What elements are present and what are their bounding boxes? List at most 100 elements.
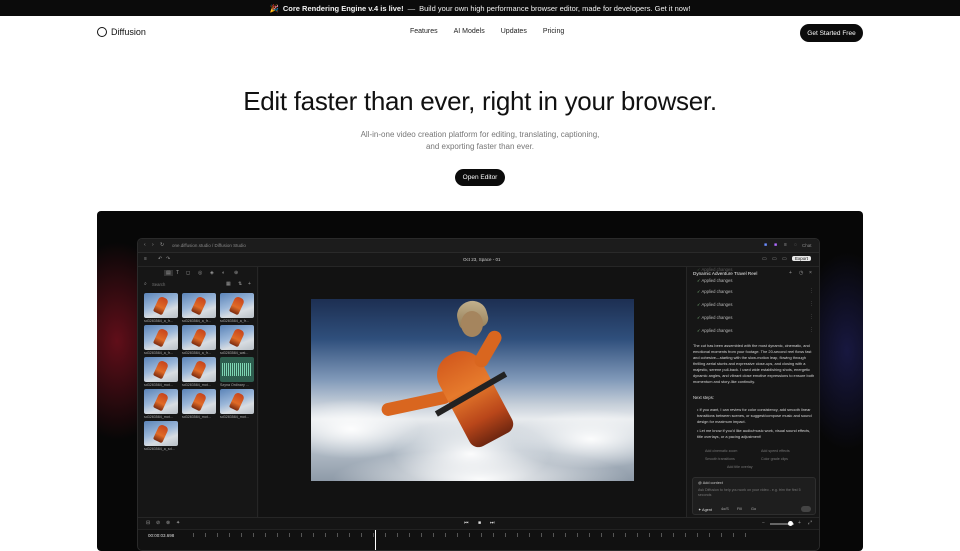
thumbnail-figure bbox=[190, 327, 208, 348]
chat-label[interactable]: Chat bbox=[802, 243, 812, 248]
more-tab-icon[interactable]: ⊕ bbox=[234, 270, 238, 276]
media-thumbnail[interactable] bbox=[144, 421, 178, 446]
more-icon[interactable]: ⋮ bbox=[809, 314, 814, 320]
project-title[interactable]: Oct 23, Space - 01 bbox=[463, 257, 501, 262]
chat-message: The cut has been assembled with the most… bbox=[693, 343, 815, 384]
status-line: Applied changes bbox=[697, 289, 732, 294]
chat-icon[interactable]: ◌ bbox=[794, 242, 797, 248]
add-media-icon[interactable]: + bbox=[248, 281, 251, 287]
sidebar-icon[interactable]: ▭ bbox=[782, 256, 787, 262]
logo[interactable]: Diffusion bbox=[97, 27, 146, 37]
extension-icon[interactable]: ■ bbox=[764, 242, 767, 248]
skip-forward-icon[interactable]: ⏭ bbox=[490, 520, 495, 526]
list-item: • If you want, I can review for color co… bbox=[697, 407, 812, 424]
chat-input[interactable]: Ask Diffusion to help you work on your v… bbox=[698, 488, 812, 498]
audio-tab-icon[interactable]: ◐ bbox=[222, 270, 225, 276]
open-editor-button[interactable]: Open Editor bbox=[455, 169, 505, 186]
transitions-tab-icon[interactable]: ◈ bbox=[210, 270, 214, 276]
forward-icon[interactable]: › bbox=[152, 242, 154, 248]
media-thumbnail[interactable] bbox=[182, 389, 216, 414]
media-thumbnail[interactable] bbox=[220, 357, 254, 382]
chat-panel: Dynamic Adventure Travel Reel + ◷ × Appl… bbox=[686, 267, 819, 517]
zoom-in-icon[interactable]: + bbox=[798, 520, 801, 526]
thumbnail-figure bbox=[190, 359, 208, 380]
new-chat-icon[interactable]: + bbox=[789, 270, 792, 276]
sort-icon[interactable]: ⇅ bbox=[238, 281, 242, 287]
media-thumbnail[interactable] bbox=[182, 293, 216, 318]
preview-canvas bbox=[259, 267, 686, 517]
layout-icon[interactable]: ▭ bbox=[762, 256, 767, 262]
media-thumbnail[interactable] bbox=[144, 325, 178, 350]
media-thumbnail[interactable] bbox=[220, 293, 254, 318]
next-steps-list: • If you want, I can review for color co… bbox=[697, 407, 815, 443]
media-thumbnail[interactable] bbox=[144, 293, 178, 318]
media-thumbnail-label: Szyna Ordinary ... bbox=[220, 383, 249, 387]
split-icon[interactable]: ⊟ bbox=[146, 520, 150, 526]
stop-icon[interactable]: ■ bbox=[478, 520, 481, 526]
reload-icon[interactable]: ↻ bbox=[160, 242, 164, 248]
close-icon[interactable]: × bbox=[809, 270, 812, 276]
logo-text: Diffusion bbox=[111, 27, 146, 37]
back-icon[interactable]: ‹ bbox=[144, 242, 146, 248]
status-line: Applied changes bbox=[697, 328, 732, 333]
media-tab-icon[interactable]: ▤ bbox=[164, 270, 173, 276]
more-icon[interactable]: ⋮ bbox=[809, 301, 814, 307]
skip-back-icon[interactable]: ⏮ bbox=[464, 520, 469, 526]
video-preview[interactable] bbox=[311, 299, 634, 481]
fit-icon[interactable]: ⤢ bbox=[808, 520, 812, 526]
suggestion-chip[interactable]: Add title overlay bbox=[727, 465, 753, 469]
send-button[interactable] bbox=[801, 506, 811, 512]
more-icon[interactable]: ⋮ bbox=[809, 327, 814, 333]
ai-icon[interactable]: ✦ bbox=[176, 520, 180, 526]
hero-subtitle: All-in-one video creation platform for e… bbox=[360, 130, 600, 151]
media-search-input[interactable]: Search bbox=[152, 282, 165, 287]
media-thumbnail[interactable] bbox=[220, 389, 254, 414]
chat-input-box[interactable]: @ Add context Ask Diffusion to help you … bbox=[692, 477, 816, 515]
nav-link-pricing[interactable]: Pricing bbox=[543, 28, 564, 35]
effects-tab-icon[interactable]: ◎ bbox=[198, 270, 202, 276]
shapes-tab-icon[interactable]: ◻ bbox=[186, 270, 190, 276]
redo-icon[interactable]: ↷ bbox=[166, 256, 170, 262]
suggestion-chip[interactable]: Add cinematic zoom bbox=[705, 449, 737, 453]
magnet-icon[interactable]: ⊗ bbox=[166, 520, 170, 526]
more-icon[interactable]: ⋮ bbox=[809, 288, 814, 294]
extension-icon-2[interactable]: ■ bbox=[774, 242, 777, 248]
nav-link-features[interactable]: Features bbox=[410, 28, 438, 35]
suggestion-chip[interactable]: Smooth transitions bbox=[705, 457, 735, 461]
suggestion-chip[interactable]: Color grade clips bbox=[761, 457, 788, 461]
menu-icon[interactable]: ≡ bbox=[784, 242, 787, 248]
url-text[interactable]: one.diffusion.studio / Diffusion Studio bbox=[172, 243, 246, 248]
text-tab-icon[interactable]: T bbox=[176, 270, 179, 276]
fill-option[interactable]: Fill bbox=[737, 507, 742, 511]
agent-mode-select[interactable]: ✦ Agent bbox=[698, 507, 712, 512]
nav-link-updates[interactable]: Updates bbox=[501, 28, 527, 35]
history-icon[interactable]: ◷ bbox=[799, 270, 803, 276]
undo-icon[interactable]: ↶ bbox=[158, 256, 162, 262]
grid-view-icon[interactable]: ▦ bbox=[226, 281, 231, 287]
media-thumbnail[interactable] bbox=[220, 325, 254, 350]
announcement-banner[interactable]: 🎉 Core Rendering Engine v.4 is live! — B… bbox=[0, 0, 960, 16]
status-line: Applied changes bbox=[697, 267, 732, 272]
model-option[interactable]: 4o/S bbox=[721, 507, 729, 511]
media-thumbnail[interactable] bbox=[144, 357, 178, 382]
get-started-button[interactable]: Get Started Free bbox=[800, 24, 863, 42]
go-option[interactable]: Go bbox=[751, 507, 756, 511]
media-thumbnail[interactable] bbox=[182, 325, 216, 350]
panel-icon[interactable]: ▭ bbox=[772, 256, 777, 262]
suggestion-chip[interactable]: Add speed effects bbox=[761, 449, 790, 453]
timeline[interactable]: 00:00:03.698 bbox=[138, 529, 819, 550]
zoom-out-icon[interactable]: − bbox=[762, 520, 765, 526]
thumbnail-figure bbox=[152, 295, 170, 316]
media-thumbnail[interactable] bbox=[182, 357, 216, 382]
hamburger-icon[interactable]: ≡ bbox=[144, 256, 147, 262]
add-context-button[interactable]: @ Add context bbox=[698, 481, 723, 485]
link-icon[interactable]: ⊘ bbox=[156, 520, 160, 526]
nav-link-ai-models[interactable]: AI Models bbox=[454, 28, 485, 35]
export-button[interactable]: Export bbox=[792, 256, 812, 261]
zoom-slider-thumb[interactable] bbox=[788, 521, 793, 526]
thumbnail-figure bbox=[152, 359, 170, 380]
playhead[interactable] bbox=[375, 530, 376, 550]
banner-headline: Core Rendering Engine v.4 is live! bbox=[282, 3, 404, 13]
media-thumbnail[interactable] bbox=[144, 389, 178, 414]
media-thumbnail-label: sd3283584_a_fr... bbox=[220, 319, 249, 323]
